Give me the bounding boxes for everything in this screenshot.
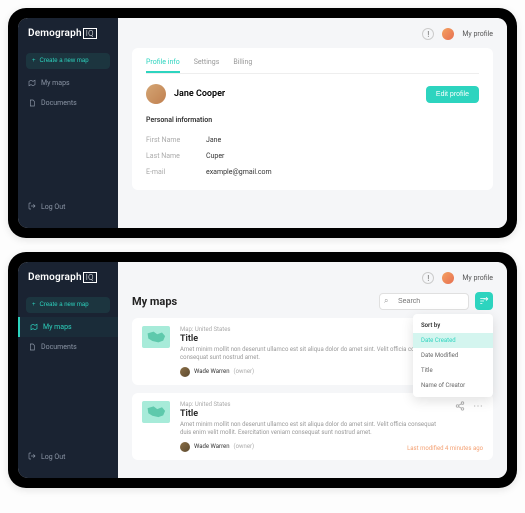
search-input[interactable] [379,293,469,310]
main-content: ! My profile Profile info Settings Billi… [118,18,507,228]
sidebar-item-documents[interactable]: Documents [18,337,118,357]
profile-left: Jane Cooper [146,84,225,104]
new-map-label: Create a new map [40,58,89,64]
brand: DemographIQ [18,28,118,49]
map-thumbnail [142,326,170,348]
profile-avatar [146,84,166,104]
map-icon [28,79,36,87]
map-card[interactable]: Map: United States Title Amet minim moll… [132,393,493,460]
info-label: E-mail [146,168,206,176]
maps-header: My maps ⌕ Sort by Date Created Date Modi… [132,292,493,310]
sidebar-item-my-maps[interactable]: My maps [18,317,118,337]
logout-label: Log Out [41,453,65,461]
last-modified: Last modified 4 minutes ago [407,445,483,452]
owner-name: Wade Warren [194,368,230,375]
sort-menu: Sort by Date Created Date Modified Title… [413,314,493,397]
sort-option-date-created[interactable]: Date Created [413,333,493,348]
info-row: First Name Jane [146,132,479,148]
info-label: First Name [146,136,206,144]
brand-iq: IQ [83,272,97,283]
screen: DemographIQ + Create a new map My maps D… [18,18,507,228]
page-title: My maps [132,295,177,308]
logout-button[interactable]: Log Out [18,446,118,468]
device-maps: DemographIQ + Create a new map My maps D… [8,252,517,488]
profile-header: Jane Cooper Edit profile [146,84,479,104]
logout-icon [28,202,36,212]
brand-name: Demograph [28,272,82,283]
map-owner: Wade Warren (owner) [180,442,445,452]
map-info: Map: United States Title Amet minim moll… [180,401,445,452]
profile-link[interactable]: My profile [462,274,493,282]
sidebar-item-documents[interactable]: Documents [18,93,118,113]
search-icon: ⌕ [384,296,388,306]
info-value: Jane [206,136,221,144]
profile-name: Jane Cooper [174,89,225,99]
document-icon [28,343,36,351]
brand: DemographIQ [18,272,118,293]
owner-role: (owner) [234,368,255,375]
map-thumbnail [142,401,170,423]
search-sort-group: ⌕ Sort by Date Created Date Modified Tit… [379,292,493,310]
map-description: Amet minim mollit non deserunt ullamco e… [180,421,445,438]
tab-profile-info[interactable]: Profile info [146,58,180,73]
new-map-button[interactable]: + Create a new map [26,297,110,313]
sidebar-item-label: My maps [41,79,70,87]
brand-iq: IQ [83,28,97,39]
brand-name: Demograph [28,28,82,39]
info-row: Last Name Cuper [146,148,479,164]
owner-name: Wade Warren [194,443,230,450]
help-icon[interactable]: ! [422,28,434,40]
map-title: Title [180,409,445,419]
sidebar-item-my-maps[interactable]: My maps [18,73,118,93]
new-map-label: Create a new map [40,302,89,308]
sidebar-item-label: My maps [43,323,72,331]
main-content: ! My profile My maps ⌕ Sort by Dat [118,262,507,478]
search-wrap: ⌕ [379,293,469,310]
owner-avatar [180,442,190,452]
edit-profile-button[interactable]: Edit profile [426,86,479,103]
map-region: Map: United States [180,401,445,408]
sidebar: DemographIQ + Create a new map My maps D… [18,262,118,478]
plus-icon: + [32,302,36,308]
sort-button[interactable] [475,292,493,310]
sidebar: DemographIQ + Create a new map My maps D… [18,18,118,228]
sort-option-date-modified[interactable]: Date Modified [413,348,493,363]
info-value: example@gmail.com [206,168,272,176]
device-profile: DemographIQ + Create a new map My maps D… [8,8,517,238]
sort-option-title[interactable]: Title [413,363,493,378]
owner-role: (owner) [234,443,255,450]
profile-card: Profile info Settings Billing Jane Coope… [132,48,493,190]
tab-settings[interactable]: Settings [194,58,220,73]
topbar: ! My profile [132,272,493,292]
sidebar-item-label: Documents [41,343,77,351]
document-icon [28,99,36,107]
sidebar-item-label: Documents [41,99,77,107]
avatar[interactable] [442,272,454,284]
info-value: Cuper [206,152,224,160]
screen: DemographIQ + Create a new map My maps D… [18,262,507,478]
info-row: E-mail example@gmail.com [146,164,479,180]
owner-avatar [180,367,190,377]
topbar: ! My profile [132,28,493,48]
profile-link[interactable]: My profile [462,30,493,38]
help-icon[interactable]: ! [422,272,434,284]
plus-icon: + [32,58,36,64]
avatar[interactable] [442,28,454,40]
sort-icon [479,296,489,306]
tab-billing[interactable]: Billing [233,58,252,73]
logout-label: Log Out [41,203,65,211]
map-icon [30,323,38,331]
new-map-button[interactable]: + Create a new map [26,53,110,69]
tabs: Profile info Settings Billing [146,58,479,74]
logout-icon [28,452,36,462]
sort-menu-header: Sort by [413,318,493,333]
sort-option-creator[interactable]: Name of Creator [413,378,493,393]
info-label: Last Name [146,152,206,160]
section-title: Personal information [146,116,479,124]
logout-button[interactable]: Log Out [18,196,118,218]
